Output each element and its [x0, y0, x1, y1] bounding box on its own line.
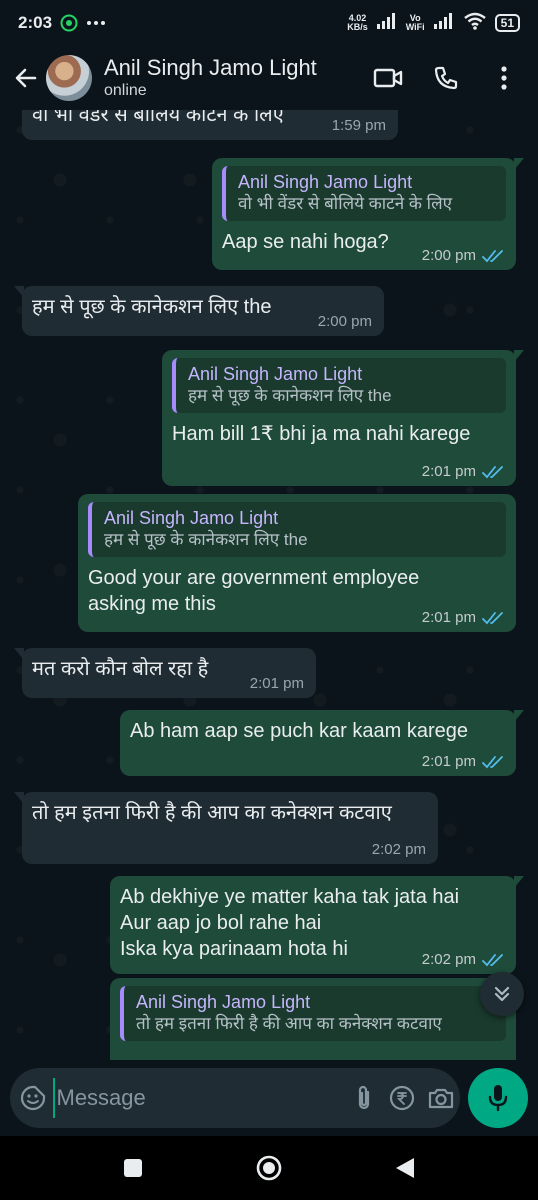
composer — [0, 1060, 538, 1136]
message-time: 2:02 pm — [421, 951, 476, 968]
voice-message-button[interactable] — [468, 1068, 528, 1128]
message-time: 2:00 pm — [421, 247, 476, 264]
more-options-button[interactable] — [482, 56, 526, 100]
message-time: 2:00 pm — [317, 313, 372, 330]
quoted-text: हम से पूछ के कानेकशन लिए the — [104, 530, 308, 549]
contact-name: Anil Singh Jamo Light — [104, 55, 317, 80]
payment-button[interactable] — [383, 1074, 422, 1122]
message-incoming[interactable]: तो हम इतना फिरी है की आप का कनेक्शन कटवा… — [14, 792, 438, 864]
message-input[interactable] — [52, 1078, 345, 1118]
home-circle-icon — [256, 1155, 282, 1181]
scroll-to-bottom-button[interactable] — [480, 972, 524, 1016]
message-outgoing[interactable]: Ab ham aap se puch kar kaam karege 2:01 … — [120, 710, 524, 776]
more-notifications-icon — [86, 20, 106, 26]
attach-button[interactable] — [345, 1074, 384, 1122]
message-time: 1:59 pm — [331, 117, 386, 134]
avatar[interactable] — [46, 55, 92, 101]
message-text: Ham bill 1₹ bhi ja ma nahi karege — [172, 423, 471, 445]
status-bar: 2:03 4.02 KB/s Vo WiFi 51 — [0, 0, 538, 46]
signal-icon-2 — [433, 12, 455, 34]
home-button[interactable] — [249, 1148, 289, 1188]
message-time: 2:02 pm — [371, 841, 426, 858]
quoted-message[interactable]: Anil Singh Jamo Light तो हम इतना फिरी है… — [120, 986, 506, 1041]
signal-icon — [376, 12, 398, 34]
chat-header: Anil Singh Jamo Light online — [0, 46, 538, 110]
message-input-box[interactable] — [10, 1068, 460, 1128]
contact-info[interactable]: Anil Singh Jamo Light online — [104, 55, 366, 101]
back-nav-button[interactable] — [385, 1148, 425, 1188]
paperclip-icon — [358, 1085, 369, 1110]
quoted-text: हम से पूछ के कानेकशन लिए the — [188, 386, 392, 405]
camera-icon — [428, 1088, 453, 1109]
message-incoming[interactable]: हम से पूछ के कानेकशन लिए the 2:00 pm — [14, 286, 384, 336]
read-ticks-icon — [482, 465, 503, 478]
voice-call-button[interactable] — [424, 56, 468, 100]
vowifi-bottom: WiFi — [405, 22, 425, 32]
phone-icon — [434, 66, 458, 90]
message-time: 2:01 pm — [421, 753, 476, 770]
wifi-icon — [463, 12, 487, 35]
message-text: तो हम इतना फिरी है की आप का कनेक्शन कटवा… — [32, 802, 392, 824]
square-icon — [124, 1159, 142, 1177]
quoted-text: वो भी वेंडर से बोलिये काटने के लिए — [238, 194, 453, 213]
double-chevron-down-icon — [494, 986, 510, 1002]
read-ticks-icon — [482, 249, 503, 262]
contact-status: online — [104, 82, 147, 99]
system-navigation-bar — [0, 1136, 538, 1200]
message-time: 2:01 pm — [421, 463, 476, 480]
recents-button[interactable] — [113, 1148, 153, 1188]
message-outgoing[interactable]: Anil Singh Jamo Light तो हम इतना फिरी है… — [110, 978, 516, 1060]
quoted-author: Anil Singh Jamo Light — [238, 172, 413, 192]
message-outgoing[interactable]: Anil Singh Jamo Light हम से पूछ के कानेक… — [162, 350, 524, 486]
sticker-icon — [21, 1085, 46, 1111]
vowifi-label: Vo WiFi — [406, 14, 425, 32]
network-speed-unit: KB/s — [347, 22, 368, 32]
network-speed: 4.02 KB/s — [347, 14, 368, 32]
more-vert-icon — [501, 66, 507, 90]
quoted-text: तो हम इतना फिरी है की आप का कनेक्शन कटवा… — [136, 1014, 442, 1033]
message-time: 2:01 pm — [421, 609, 476, 626]
status-time: 2:03 — [18, 13, 53, 32]
quoted-author: Anil Singh Jamo Light — [188, 364, 363, 384]
triangle-back-icon — [396, 1158, 414, 1178]
message-outgoing[interactable]: Anil Singh Jamo Light हम से पूछ के कानेक… — [78, 494, 516, 632]
battery-indicator: 51 — [494, 14, 520, 32]
camera-button[interactable] — [422, 1074, 461, 1122]
whatsapp-status-icon — [60, 14, 78, 32]
emoji-button[interactable] — [14, 1074, 53, 1122]
quoted-author: Anil Singh Jamo Light — [104, 508, 279, 528]
read-ticks-icon — [482, 953, 503, 966]
message-list[interactable]: वो भी वेंडर से बोलिये काटने के लिए 1:59 … — [0, 110, 538, 1060]
read-ticks-icon — [482, 611, 503, 624]
rupee-icon — [390, 1085, 415, 1111]
read-ticks-icon — [482, 755, 503, 768]
back-button[interactable] — [6, 58, 46, 98]
quoted-message[interactable]: Anil Singh Jamo Light हम से पूछ के कानेक… — [88, 502, 506, 557]
video-call-button[interactable] — [366, 56, 410, 100]
message-incoming[interactable]: वो भी वेंडर से बोलिये काटने के लिए 1:59 … — [22, 110, 398, 140]
message-incoming[interactable]: मत करो कौन बोल रहा है 2:01 pm — [14, 648, 316, 698]
video-call-icon — [373, 68, 403, 88]
arrow-left-icon — [15, 68, 37, 88]
message-outgoing[interactable]: Anil Singh Jamo Light वो भी वेंडर से बोल… — [212, 158, 524, 270]
mic-icon — [488, 1085, 508, 1112]
message-outgoing[interactable]: Ab dekhiye ye matter kaha tak jata hai A… — [110, 876, 524, 974]
message-text: Ab ham aap se puch kar kaam karege — [130, 720, 468, 742]
quoted-message[interactable]: Anil Singh Jamo Light हम से पूछ के कानेक… — [172, 358, 506, 413]
message-time: 2:01 pm — [249, 675, 304, 692]
quoted-message[interactable]: Anil Singh Jamo Light वो भी वेंडर से बोल… — [222, 166, 506, 221]
quoted-author: Anil Singh Jamo Light — [136, 992, 311, 1012]
